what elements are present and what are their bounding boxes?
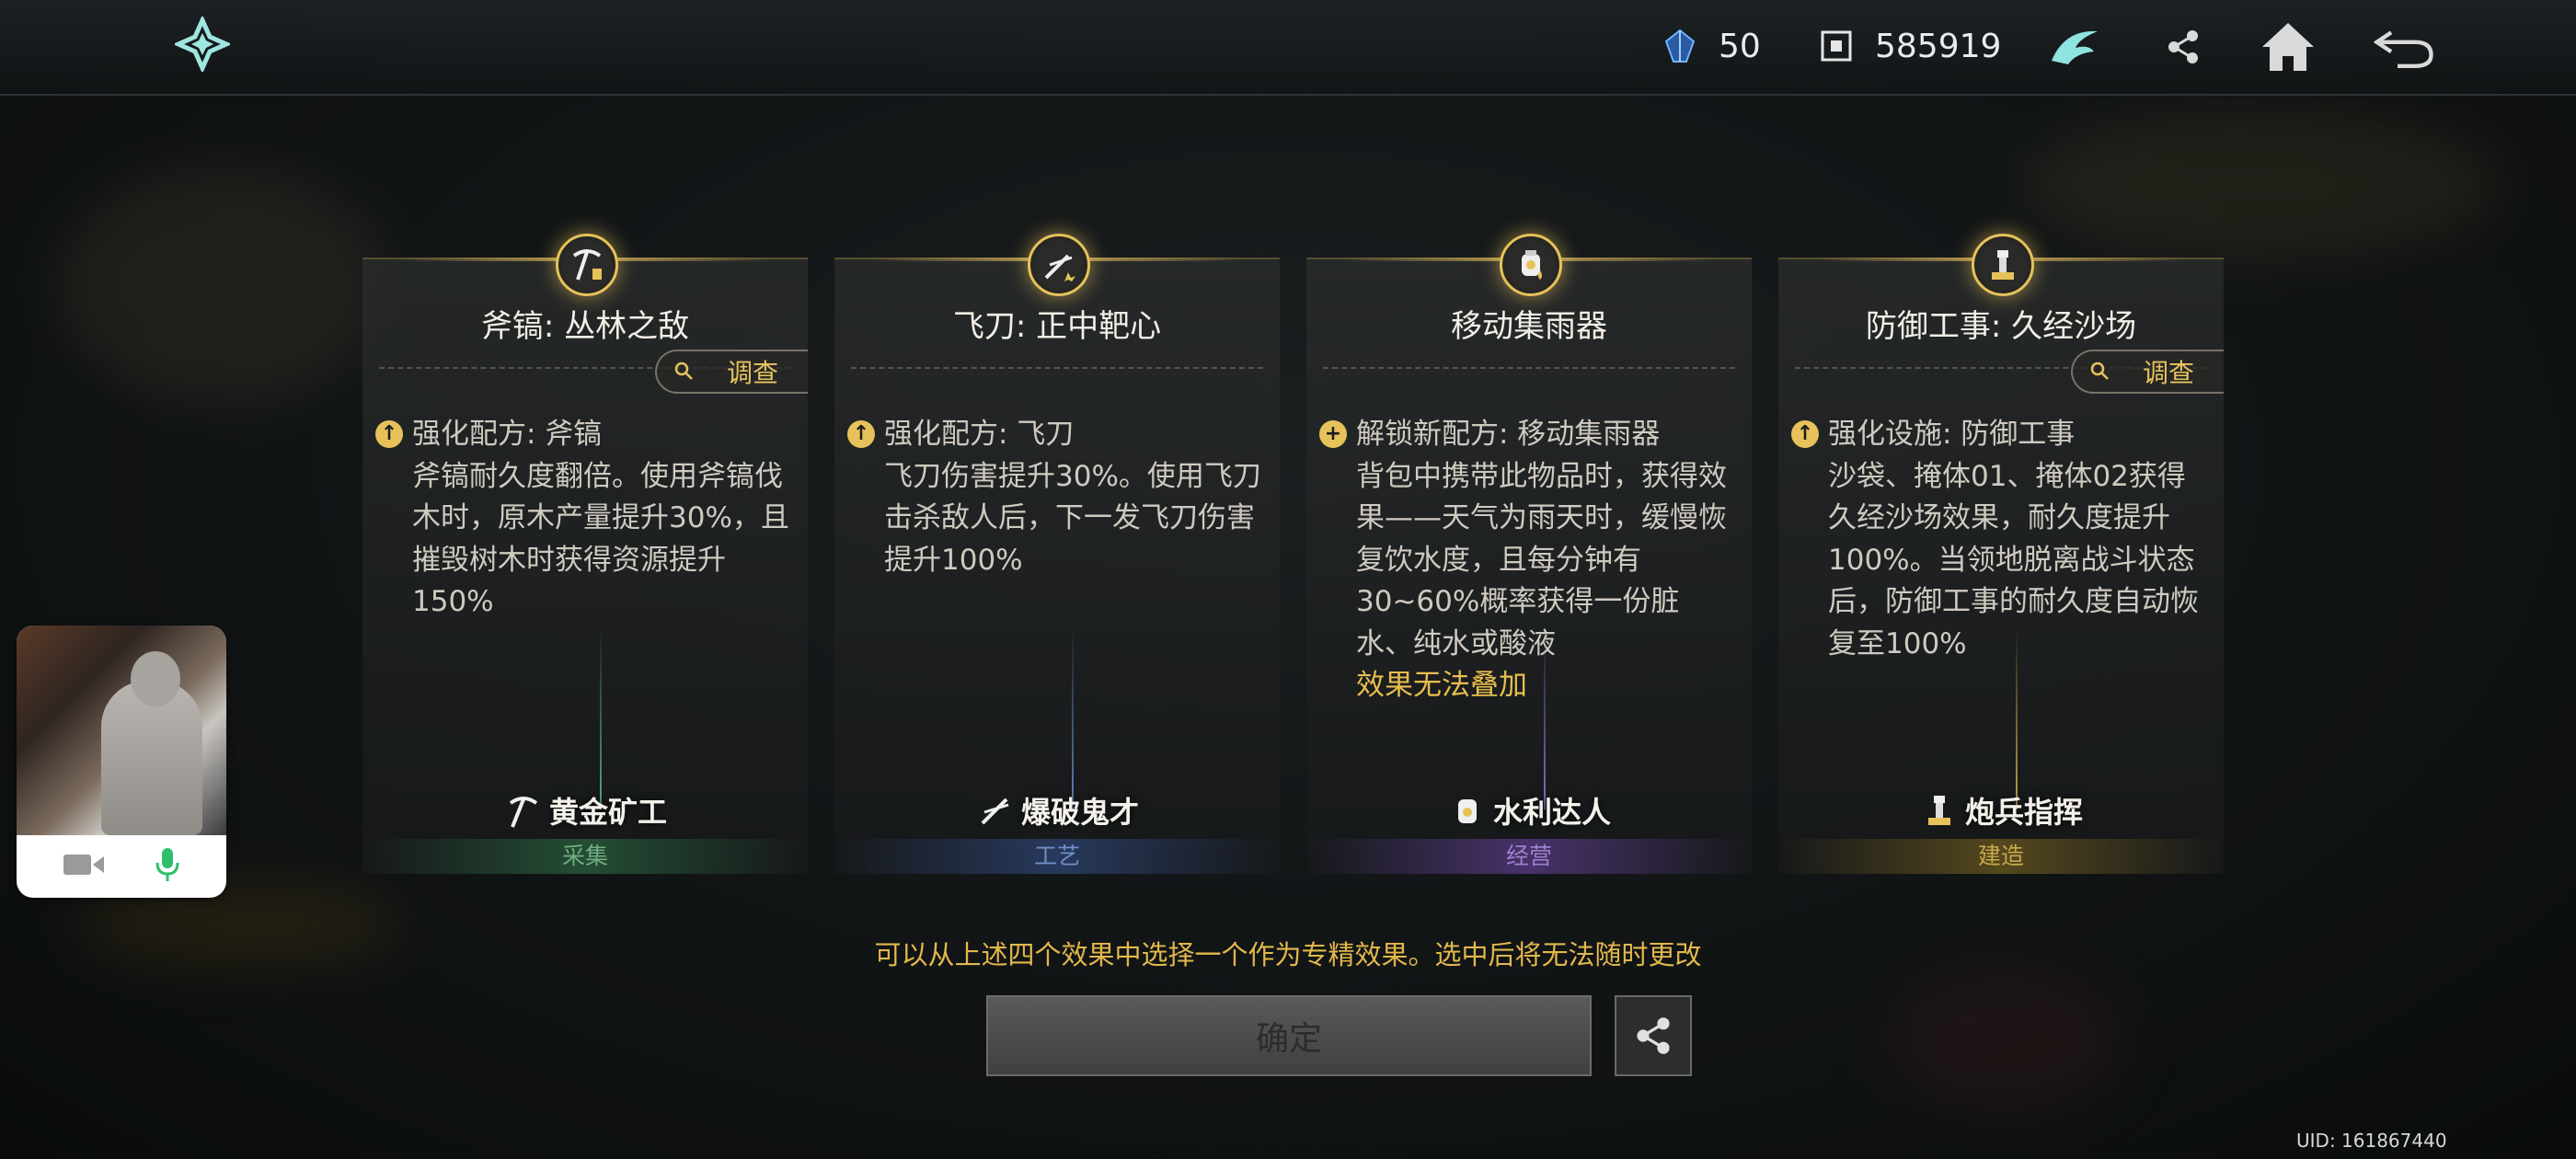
investigate-label: 调查 <box>727 358 779 388</box>
crystal-icon <box>1662 28 1698 64</box>
card-body: ↑ 强化配方: 飞刀 飞刀伤害提升30%。使用飞刀击杀敌人后，下一发飞刀伤害提升1… <box>847 414 1261 581</box>
rain-collector-icon <box>1447 790 1488 831</box>
crystal-resource: 50 <box>1662 20 1761 72</box>
share-icon[interactable] <box>2153 17 2214 77</box>
watchtower-icon <box>1972 234 2034 296</box>
magnifier-icon <box>673 357 694 387</box>
light-beam <box>1544 625 1546 809</box>
home-icon[interactable] <box>2258 17 2318 77</box>
card-title: 斧镐: 丛林之敌 <box>480 308 690 345</box>
effect-heading: 解锁新配方: 移动集雨器 <box>1356 418 1661 451</box>
call-controls <box>17 835 226 898</box>
investigate-button[interactable]: 调查 <box>2071 350 2224 394</box>
badge-label: 水利达人 <box>1492 795 1611 830</box>
effect-description: 背包中携带此物品时，获得效果——天气为雨天时，缓慢恢复饮水度，且每分钟有30~6… <box>1356 459 1727 660</box>
camera-feed <box>17 625 226 835</box>
category-label: 经营 <box>1306 839 1752 874</box>
title-badge: 炮兵指挥 <box>1778 789 2224 832</box>
perk-card-fortification[interactable]: 防御工事: 久经沙场 调查 ↑ 强化设施: 防御工事 沙袋、掩体01、掩体02获得… <box>1778 234 2224 874</box>
video-call-widget[interactable] <box>17 625 226 898</box>
category-label: 采集 <box>362 839 808 874</box>
watchtower-icon <box>1919 790 1960 831</box>
effect-description: 沙袋、掩体01、掩体02获得久经沙场效果，耐久度提升100%。当领地脱离战斗状态… <box>1828 459 2199 660</box>
investigate-label: 调查 <box>2143 358 2195 388</box>
badge-label: 爆破鬼才 <box>1020 795 1139 830</box>
coin-resource: 585919 <box>1818 20 2001 72</box>
pickaxe-icon <box>503 790 544 831</box>
background-blur <box>55 166 386 405</box>
share-button[interactable] <box>1615 995 1692 1076</box>
upgrade-icon: ↑ <box>847 420 875 448</box>
game-logo-icon <box>172 14 233 75</box>
badge-label: 炮兵指挥 <box>1964 795 2083 830</box>
perk-card-axe[interactable]: 斧镐: 丛林之敌 调查 ↑ 强化配方: 斧镐 斧镐耐久度翻倍。使用斧镐伐木时，原木… <box>362 234 808 874</box>
effect-description: 飞刀伤害提升30%。使用飞刀击杀敌人后，下一发飞刀伤害提升100% <box>884 459 1261 577</box>
coin-icon <box>1818 28 1855 64</box>
card-title: 移动集雨器 <box>1451 308 1607 345</box>
throwing-knife-icon <box>1028 234 1090 296</box>
effect-heading: 强化配方: 飞刀 <box>884 418 1075 451</box>
effect-heading: 强化配方: 斧镐 <box>412 418 603 451</box>
category-label: 工艺 <box>834 839 1280 874</box>
perk-card-knife[interactable]: 飞刀: 正中靶心 ↑ 强化配方: 飞刀 飞刀伤害提升30%。使用飞刀击杀敌人后，下… <box>834 234 1280 874</box>
perk-card-rain-collector[interactable]: 移动集雨器 + 解锁新配方: 移动集雨器 背包中携带此物品时，获得效果——天气为雨… <box>1306 234 1752 874</box>
effect-heading: 强化设施: 防御工事 <box>1828 418 2076 451</box>
microphone-icon[interactable] <box>154 846 181 887</box>
background-blur <box>1886 966 2125 1113</box>
badge-label: 黄金矿工 <box>548 795 667 830</box>
crystal-count: 50 <box>1719 27 1761 65</box>
back-icon[interactable] <box>2374 17 2434 77</box>
divider <box>851 367 1263 369</box>
light-beam <box>600 625 602 809</box>
card-title: 飞刀: 正中靶心 <box>952 308 1162 345</box>
top-bar: 50 585919 <box>0 0 2576 96</box>
pickaxe-icon <box>556 234 618 296</box>
share-icon <box>1637 1017 1670 1054</box>
card-body: + 解锁新配方: 移动集雨器 背包中携带此物品时，获得效果——天气为雨天时，缓慢恢… <box>1319 414 1733 707</box>
magnifier-icon <box>2089 357 2110 387</box>
uid-label: UID: 161867440 <box>2296 1130 2447 1152</box>
card-title: 防御工事: 久经沙场 <box>1865 308 2137 345</box>
investigate-button[interactable]: 调查 <box>655 350 808 394</box>
season-emblem-icon[interactable] <box>2044 17 2105 77</box>
card-body: ↑ 强化配方: 斧镐 斧镐耐久度翻倍。使用斧镐伐木时，原木产量提升30%，且摧毁树… <box>375 414 789 624</box>
light-beam <box>1072 625 1074 809</box>
camera-person-head <box>131 651 180 706</box>
coin-count: 585919 <box>1875 27 2002 65</box>
category-label: 建造 <box>1778 839 2224 874</box>
background-blur <box>2024 110 2502 258</box>
effect-note: 效果无法叠加 <box>1356 669 1527 702</box>
throwing-knife-icon <box>975 790 1016 831</box>
card-body: ↑ 强化设施: 防御工事 沙袋、掩体01、掩体02获得久经沙场效果，耐久度提升10… <box>1791 414 2205 665</box>
title-badge: 水利达人 <box>1306 789 1752 832</box>
upgrade-icon: ↑ <box>1791 420 1819 448</box>
selection-hint: 可以从上述四个效果中选择一个作为专精效果。选中后将无法随时更改 <box>874 939 1702 970</box>
unlock-plus-icon: + <box>1319 420 1347 448</box>
effect-description: 斧镐耐久度翻倍。使用斧镐伐木时，原木产量提升30%，且摧毁树木时获得资源提升15… <box>412 459 789 619</box>
light-beam <box>2016 625 2018 809</box>
divider <box>1323 367 1735 369</box>
confirm-button[interactable]: 确定 <box>986 995 1592 1076</box>
video-camera-icon[interactable] <box>62 851 106 882</box>
rain-collector-icon <box>1500 234 1562 296</box>
title-badge: 爆破鬼才 <box>834 789 1280 832</box>
title-badge: 黄金矿工 <box>362 789 808 832</box>
upgrade-icon: ↑ <box>375 420 403 448</box>
